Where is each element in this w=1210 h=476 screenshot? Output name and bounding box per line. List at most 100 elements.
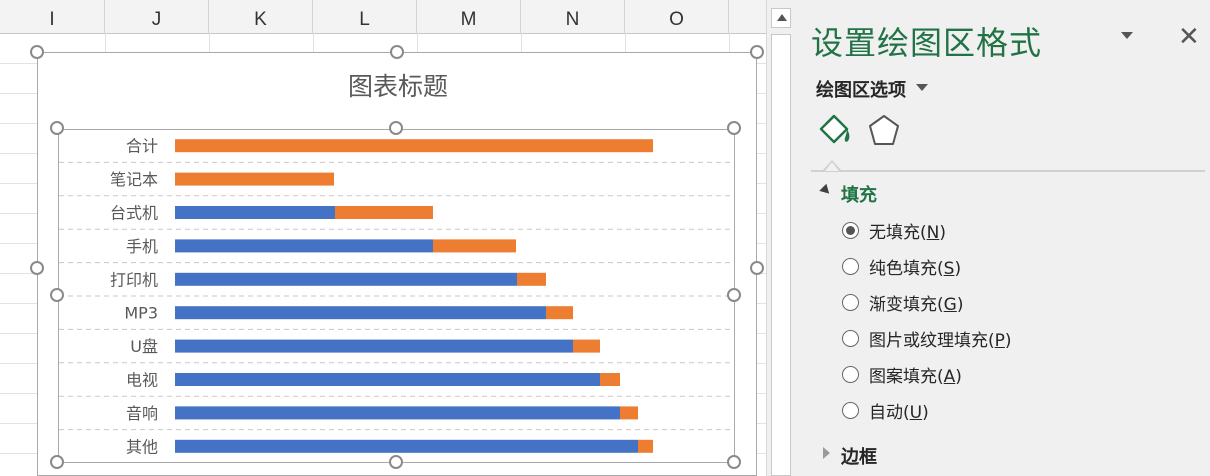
fill-option-2[interactable]: 渐变填充(G) [842,290,963,315]
column-header-j[interactable]: J [105,0,209,34]
radio-label-close: ) [955,366,962,387]
plot-resize-handle[interactable] [727,288,741,302]
radio-label-text: 图片或纹理填充( [869,330,995,351]
fill-option-4[interactable]: 图案填充(A) [842,362,962,387]
chevron-down-icon[interactable] [1121,32,1133,39]
column-header-i[interactable]: I [0,0,105,34]
plot-resize-handle[interactable] [50,288,64,302]
chart-resize-handle[interactable] [390,45,404,59]
radio-label-text: 自动( [869,402,910,423]
border-section-header[interactable]: 边框 [841,443,877,469]
chart-area[interactable]: 图表标题 合计 笔记本 台式机 手机 打印机 MP3 U盘 电视 音响 其他 [37,52,757,476]
bar-series-2[interactable] [175,172,334,186]
bar-series-1[interactable] [175,272,517,286]
chart-resize-handle[interactable] [750,261,764,275]
category-label: 其他 [126,437,158,456]
chart-resize-handle[interactable] [30,45,44,59]
paint-bucket-icon[interactable] [817,112,853,150]
access-key: N [926,222,940,243]
bar-series-1[interactable] [175,439,638,453]
access-key: P [994,330,1005,351]
radio-button[interactable] [842,293,859,311]
column-header-o[interactable]: O [625,0,729,34]
fill-option-3[interactable]: 图片或纹理填充(P) [842,326,1012,351]
column-header-m[interactable]: M [417,0,521,34]
pentagon-icon[interactable] [867,113,901,149]
scrollbar-thumb[interactable] [771,34,791,476]
access-key: S [943,258,955,279]
column-header-k[interactable]: K [209,0,313,34]
scroll-up-arrow-icon[interactable] [771,8,791,28]
bar-series-1[interactable] [175,306,546,320]
column-header-l[interactable]: L [313,0,417,34]
plot-area-options-dropdown[interactable]: 绘图区选项 [816,76,906,102]
expand-down-icon[interactable] [819,183,833,198]
bar-series-2[interactable] [335,206,433,219]
plot-resize-handle[interactable] [50,121,64,135]
radio-label-close: ) [954,258,962,279]
radio-label-close: ) [1004,330,1012,351]
spreadsheet-grid[interactable]: I J K L M N O 图表标题 合计 笔记本 台式机 手机 打印机 MP3 U盘 电视音… [0,0,795,476]
radio-button[interactable] [842,401,859,419]
bar-series-2[interactable] [620,406,638,420]
column-header-row: I J K L M N O [0,0,766,34]
fill-section-header[interactable]: 填充 [841,181,877,207]
bar-series-2[interactable] [546,306,573,320]
bar-series-1[interactable] [175,206,335,219]
category-label: 合计 [126,137,158,156]
category-label: 笔记本 [110,170,158,189]
radio-label-close: ) [939,222,946,243]
bar-series-2[interactable] [573,339,600,353]
close-icon[interactable]: ✕ [1178,24,1200,50]
pane-title: 设置绘图区格式 [811,24,1043,62]
expand-right-icon[interactable] [823,447,830,459]
bar-series-2[interactable] [175,139,653,153]
radio-label-text: 渐变填充( [869,294,944,315]
radio-button[interactable] [842,221,859,239]
bar-series-2[interactable] [600,373,620,386]
radio-button[interactable] [842,365,859,383]
chevron-down-icon[interactable] [916,84,928,91]
radio-label: 无填充(N) [869,218,946,243]
bar-series-2[interactable] [638,439,653,453]
chart-resize-handle[interactable] [30,261,44,275]
radio-button[interactable] [842,257,859,275]
radio-label: 图案填充(A) [869,362,962,387]
bar-series-2[interactable] [517,272,546,286]
column-header-n[interactable]: N [521,0,625,34]
fill-option-1[interactable]: 纯色填充(S) [842,254,961,279]
category-label: 手机 [126,237,158,256]
category-label: 电视 [126,371,158,390]
access-key: U [909,402,923,423]
bar-series-1[interactable] [175,339,573,353]
bar-series-2[interactable] [433,239,516,253]
radio-label-text: 纯色填充( [869,258,944,279]
category-label: 打印机 [110,270,158,289]
access-key: G [943,294,957,315]
fill-option-0[interactable]: 无填充(N) [842,218,946,243]
plot-resize-handle[interactable] [389,455,403,469]
radio-label-text: 图案填充( [869,366,944,387]
plot-resize-handle[interactable] [727,121,741,135]
chart-resize-handle[interactable] [750,45,764,59]
bar-series-1[interactable] [175,406,620,420]
access-key: A [943,366,956,387]
radio-label-close: ) [922,402,929,423]
radio-label: 纯色填充(S) [869,254,961,279]
plot-resize-handle[interactable] [50,455,64,469]
category-label: 台式机 [110,204,158,223]
format-plot-area-pane: 设置绘图区格式 ✕ 绘图区选项 填充 无填充(N) 纯色填充(S) 渐变填充(G) 图… [795,0,1210,476]
category-label: U盘 [130,337,158,356]
fill-option-5[interactable]: 自动(U) [842,398,929,423]
tab-indicator [823,160,841,171]
radio-label: 自动(U) [869,398,929,423]
radio-label: 渐变填充(G) [869,290,963,315]
bar-series-1[interactable] [175,239,433,253]
radio-button[interactable] [842,329,859,347]
radio-label-close: ) [956,294,964,315]
plot-resize-handle[interactable] [389,121,403,135]
bar-series-1[interactable] [175,373,600,386]
category-label: 音响 [126,404,158,423]
plot-resize-handle[interactable] [727,455,741,469]
vertical-scrollbar[interactable] [766,0,795,476]
